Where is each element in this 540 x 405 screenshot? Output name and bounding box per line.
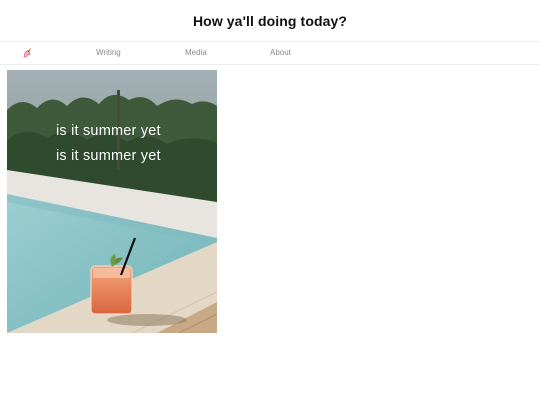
main-nav: Writing Media About [0, 41, 540, 65]
unicorn-icon-graphic [23, 48, 32, 58]
feature-image-card[interactable]: is it summer yet is it summer yet [7, 70, 217, 333]
unicorn-icon[interactable] [21, 47, 33, 59]
feature-caption-line-2: is it summer yet [56, 148, 161, 164]
site-header: How ya'll doing today? [0, 0, 540, 41]
site-title: How ya'll doing today? [192, 12, 348, 29]
nav-link-media[interactable]: Media [185, 47, 207, 59]
nav-link-about[interactable]: About [270, 47, 291, 59]
feature-caption-line-1: is it summer yet [56, 123, 161, 139]
nav-link-writing[interactable]: Writing [96, 47, 121, 59]
page: How ya'll doing today? Writing Media Abo… [0, 0, 540, 405]
cocktail-by-pool-photo [7, 70, 217, 333]
